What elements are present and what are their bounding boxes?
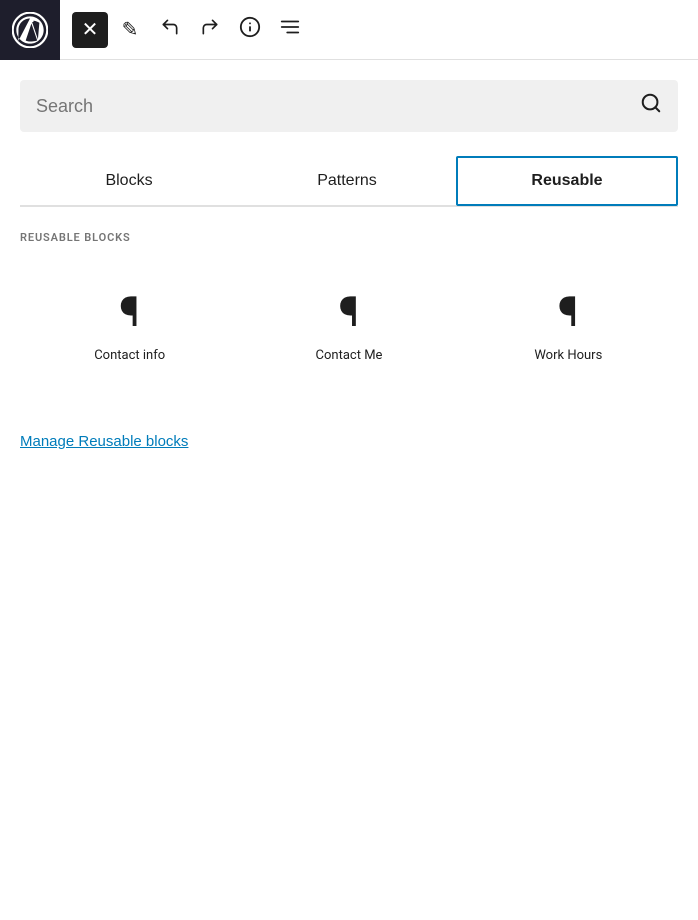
redo-button[interactable] xyxy=(192,12,228,48)
undo-icon xyxy=(160,17,180,42)
menu-button[interactable] xyxy=(272,12,308,48)
tabs-container: Blocks Patterns Reusable xyxy=(20,156,678,207)
manage-reusable-blocks-link[interactable]: Manage Reusable blocks xyxy=(20,433,188,450)
info-icon xyxy=(239,16,261,43)
block-icon-work-hours: ¶ xyxy=(558,292,579,334)
redo-icon xyxy=(200,17,220,42)
block-label-work-hours: Work Hours xyxy=(534,348,602,363)
info-button[interactable] xyxy=(232,12,268,48)
search-icon xyxy=(640,92,662,120)
tab-patterns[interactable]: Patterns xyxy=(238,156,456,206)
manage-link-container: Manage Reusable blocks xyxy=(20,383,678,474)
search-input[interactable] xyxy=(36,96,640,117)
search-button[interactable] xyxy=(640,92,662,120)
menu-icon xyxy=(279,16,301,43)
toolbar: ✕ ✎ xyxy=(0,0,698,60)
main-content: Blocks Patterns Reusable REUSABLE BLOCKS… xyxy=(0,60,698,474)
wp-logo xyxy=(0,0,60,60)
undo-button[interactable] xyxy=(152,12,188,48)
tab-reusable[interactable]: Reusable xyxy=(456,156,678,206)
edit-button[interactable]: ✎ xyxy=(112,12,148,48)
reusable-blocks-grid: ¶ Contact info ¶ Contact Me ¶ Work Hours xyxy=(20,268,678,383)
block-item-contact-me[interactable]: ¶ Contact Me xyxy=(239,268,458,383)
block-icon-contact-me: ¶ xyxy=(339,292,360,334)
toolbar-actions: ✕ ✎ xyxy=(60,12,698,48)
block-icon-contact-info: ¶ xyxy=(119,292,140,334)
block-item-contact-info[interactable]: ¶ Contact info xyxy=(20,268,239,383)
close-button[interactable]: ✕ xyxy=(72,12,108,48)
tab-blocks[interactable]: Blocks xyxy=(20,156,238,206)
edit-icon: ✎ xyxy=(122,17,139,42)
section-heading: REUSABLE BLOCKS xyxy=(20,207,678,260)
block-item-work-hours[interactable]: ¶ Work Hours xyxy=(459,268,678,383)
block-label-contact-me: Contact Me xyxy=(316,348,383,363)
search-container xyxy=(20,80,678,132)
close-icon: ✕ xyxy=(82,17,99,42)
block-label-contact-info: Contact info xyxy=(94,348,165,363)
